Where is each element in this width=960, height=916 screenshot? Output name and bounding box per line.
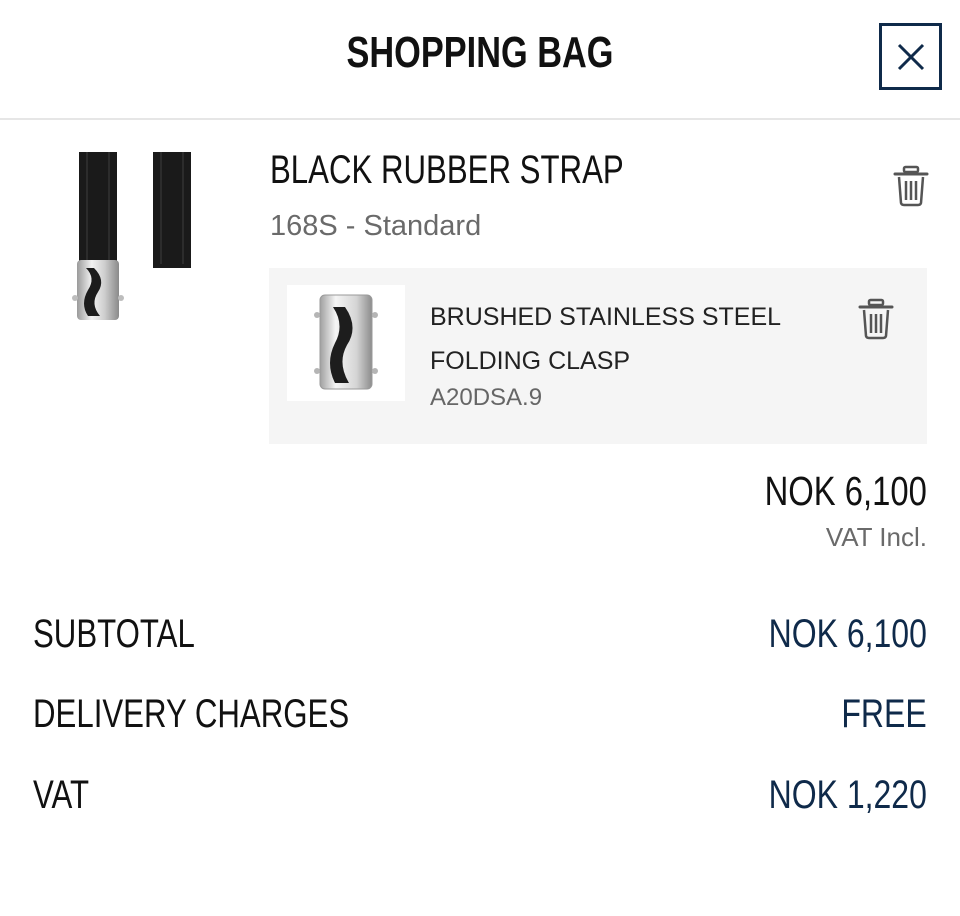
- header: SHOPPING BAG: [0, 0, 960, 120]
- remove-item-button[interactable]: [892, 165, 930, 207]
- trash-icon: [858, 298, 894, 340]
- item-variant: 168S - Standard: [270, 210, 482, 242]
- accessory-card: BRUSHED STAINLESS STEEL FOLDING CLASP A2…: [269, 268, 927, 444]
- item-title: BLACK RUBBER STRAP: [270, 148, 624, 192]
- vat-label: VAT: [33, 773, 90, 817]
- remove-accessory-button[interactable]: [857, 298, 895, 340]
- accessory-title-line1: BRUSHED STAINLESS STEEL: [430, 303, 782, 331]
- vat-note: VAT Incl.: [825, 522, 927, 552]
- close-icon: [897, 43, 924, 70]
- delivery-value: FREE: [841, 692, 927, 736]
- accessory-code: A20DSA.9: [430, 384, 543, 411]
- accessory-title: BRUSHED STAINLESS STEEL FOLDING CLASP: [430, 295, 810, 383]
- subtotal-value: NOK 6,100: [768, 612, 927, 656]
- subtotal-label: SUBTOTAL: [33, 612, 195, 656]
- vat-value: NOK 1,220: [768, 773, 927, 817]
- close-button[interactable]: [879, 23, 942, 90]
- strap-image: [60, 140, 210, 330]
- item-price: NOK 6,100: [764, 468, 927, 514]
- delivery-label: DELIVERY CHARGES: [33, 692, 350, 736]
- page-title: SHOPPING BAG: [346, 28, 614, 77]
- clasp-image: [287, 285, 405, 401]
- trash-icon: [893, 165, 929, 207]
- accessory-title-line2: FOLDING CLASP: [430, 347, 631, 375]
